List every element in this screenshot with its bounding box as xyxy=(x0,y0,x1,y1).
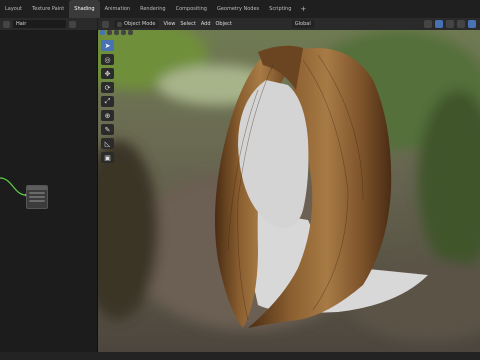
tab-geometry-nodes[interactable]: Geometry Nodes xyxy=(212,0,264,18)
tab-animation[interactable]: Animation xyxy=(100,0,136,18)
shader-node[interactable] xyxy=(26,185,48,209)
mode-dropdown[interactable]: Object Mode xyxy=(114,20,159,28)
shading-mode-icon[interactable] xyxy=(468,20,476,28)
select-extend-icon[interactable] xyxy=(107,30,112,35)
select-box-icon[interactable] xyxy=(100,30,105,35)
tab-rendering[interactable]: Rendering xyxy=(135,0,171,18)
status-bar xyxy=(0,352,480,360)
select-intersect-icon[interactable] xyxy=(128,30,133,35)
measure-icon[interactable]: ◺ xyxy=(101,138,114,149)
select-subtract-icon[interactable] xyxy=(114,30,119,35)
viewport-header: Object Mode View Select Add Object Globa… xyxy=(98,18,480,30)
annotate-icon[interactable]: ✎ xyxy=(101,124,114,135)
viewport-subbar xyxy=(100,30,133,35)
menu-add[interactable]: Add xyxy=(201,21,211,27)
menu-view[interactable]: View xyxy=(164,21,176,27)
overlay-icon[interactable] xyxy=(446,20,454,28)
node-wire xyxy=(0,177,28,197)
rotate-icon[interactable]: ⟳ xyxy=(101,82,114,93)
scene-render xyxy=(98,30,480,352)
add-workspace-button[interactable]: + xyxy=(296,5,310,13)
scale-icon[interactable]: ⤢ xyxy=(101,96,114,107)
menu-object[interactable]: Object xyxy=(216,21,232,27)
tab-texture-paint[interactable]: Texture Paint xyxy=(27,0,69,18)
visibility-icon[interactable] xyxy=(424,20,432,28)
transform-icon[interactable]: ⊕ xyxy=(101,110,114,121)
object-mode-icon xyxy=(117,21,122,27)
xray-icon[interactable] xyxy=(457,20,465,28)
add-cube-icon[interactable]: ▣ xyxy=(101,152,114,163)
workspace-tab-bar: Layout Texture Paint Shading Animation R… xyxy=(0,0,480,18)
move-icon[interactable]: ✥ xyxy=(101,68,114,79)
tab-shading[interactable]: Shading xyxy=(69,0,100,18)
3d-viewport[interactable]: ➤ ◎ ✥ ⟳ ⤢ ⊕ ✎ ◺ ▣ xyxy=(98,30,480,352)
tab-compositing[interactable]: Compositing xyxy=(171,0,212,18)
tab-scripting[interactable]: Scripting xyxy=(264,0,296,18)
cursor-icon[interactable]: ➤ xyxy=(101,40,114,51)
select-invert-icon[interactable] xyxy=(121,30,126,35)
orientation-label: Global xyxy=(294,21,311,27)
gizmo-icon[interactable] xyxy=(435,20,443,28)
editor-type-icon[interactable] xyxy=(3,20,10,28)
menu-select[interactable]: Select xyxy=(180,21,195,27)
editor-type-icon[interactable] xyxy=(102,20,109,28)
node-editor[interactable] xyxy=(0,30,98,352)
orientation-dropdown[interactable]: Global xyxy=(291,20,314,28)
object-selector[interactable]: Hair xyxy=(13,20,66,28)
tool-shelf: ➤ ◎ ✥ ⟳ ⤢ ⊕ ✎ ◺ ▣ xyxy=(101,40,115,163)
object-name: Hair xyxy=(16,21,27,27)
left-panel-header: Hair xyxy=(0,18,97,30)
mode-label: Object Mode xyxy=(124,21,156,27)
tab-layout[interactable]: Layout xyxy=(0,0,27,18)
select-circle-icon[interactable]: ◎ xyxy=(101,54,114,65)
pin-icon[interactable] xyxy=(69,20,76,28)
